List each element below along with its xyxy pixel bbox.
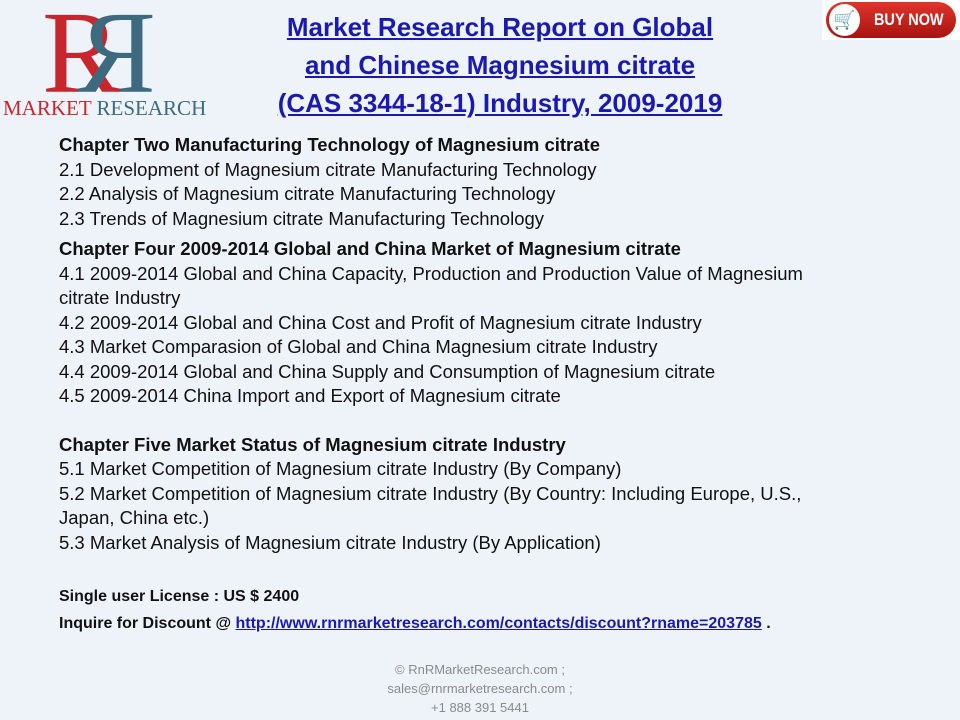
- shopping-cart-icon: 🛒: [829, 4, 861, 36]
- toc-item: 2.1 Development of Magnesium citrate Man…: [59, 158, 597, 180]
- report-title[interactable]: Market Research Report on Global and Chi…: [230, 8, 770, 122]
- toc-item: 4.4 2009-2014 Global and China Supply an…: [59, 360, 716, 382]
- chapter-heading: Chapter Five Market Status of Magnesium …: [59, 433, 566, 455]
- title-line[interactable]: Market Research Report on Global: [230, 8, 770, 46]
- toc-item: 4.2 2009-2014 Global and China Cost and …: [59, 311, 702, 333]
- toc-item: 2.2 Analysis of Magnesium citrate Manufa…: [59, 183, 556, 204]
- buy-now-label: BUY NOW: [874, 10, 944, 29]
- toc-item: 4.5 2009-2014 China Import and Export of…: [59, 385, 561, 406]
- toc-item: 5.1 Market Competition of Magnesium citr…: [59, 458, 622, 479]
- chapter-heading: Chapter Four 2009-2014 Global and China …: [59, 238, 681, 259]
- buy-now-button[interactable]: 🛒 BUY NOW: [822, 0, 960, 40]
- title-line[interactable]: and Chinese Magnesium citrate: [230, 46, 770, 84]
- footer-copyright: © RnRMarketResearch.com ;: [395, 662, 565, 677]
- rnr-logo: RR MARKET RESEARCH: [0, 0, 225, 125]
- license-price: Single user License : US $ 2400: [59, 588, 300, 605]
- toc-item: citrate Industry: [59, 287, 181, 308]
- table-of-contents: Chapter Two Manufacturing Technology of …: [59, 133, 803, 555]
- toc-item: 4.3 Market Comparasion of Global and Chi…: [59, 336, 658, 357]
- toc-item: 2.3 Trends of Magnesium citrate Manufact…: [59, 207, 545, 229]
- link-suffix: .: [761, 615, 771, 632]
- license-info: Single user License : US $ 2400 Inquire …: [59, 583, 771, 637]
- toc-item: 5.3 Market Analysis of Magnesium citrate…: [59, 531, 601, 553]
- footer-phone: +1 888 391 5441: [431, 700, 529, 715]
- toc-item: Japan, China etc.): [59, 507, 210, 528]
- discount-link[interactable]: http://www.rnrmarketresearch.com/contact…: [236, 615, 762, 632]
- title-line[interactable]: (CAS 3344-18-1) Industry, 2009-2019: [230, 84, 770, 122]
- toc-item: 4.1 2009-2014 Global and China Capacity,…: [59, 262, 803, 284]
- footer: © RnRMarketResearch.com ; sales@rnrmarke…: [0, 660, 960, 717]
- logo-text: MARKET RESEARCH: [3, 96, 207, 120]
- footer-email: sales@rnrmarketresearch.com ;: [387, 681, 573, 696]
- toc-item: 5.2 Market Competition of Magnesium citr…: [59, 482, 802, 504]
- chapter-heading: Chapter Two Manufacturing Technology of …: [59, 134, 600, 155]
- inquire-label: Inquire for Discount @: [59, 615, 236, 632]
